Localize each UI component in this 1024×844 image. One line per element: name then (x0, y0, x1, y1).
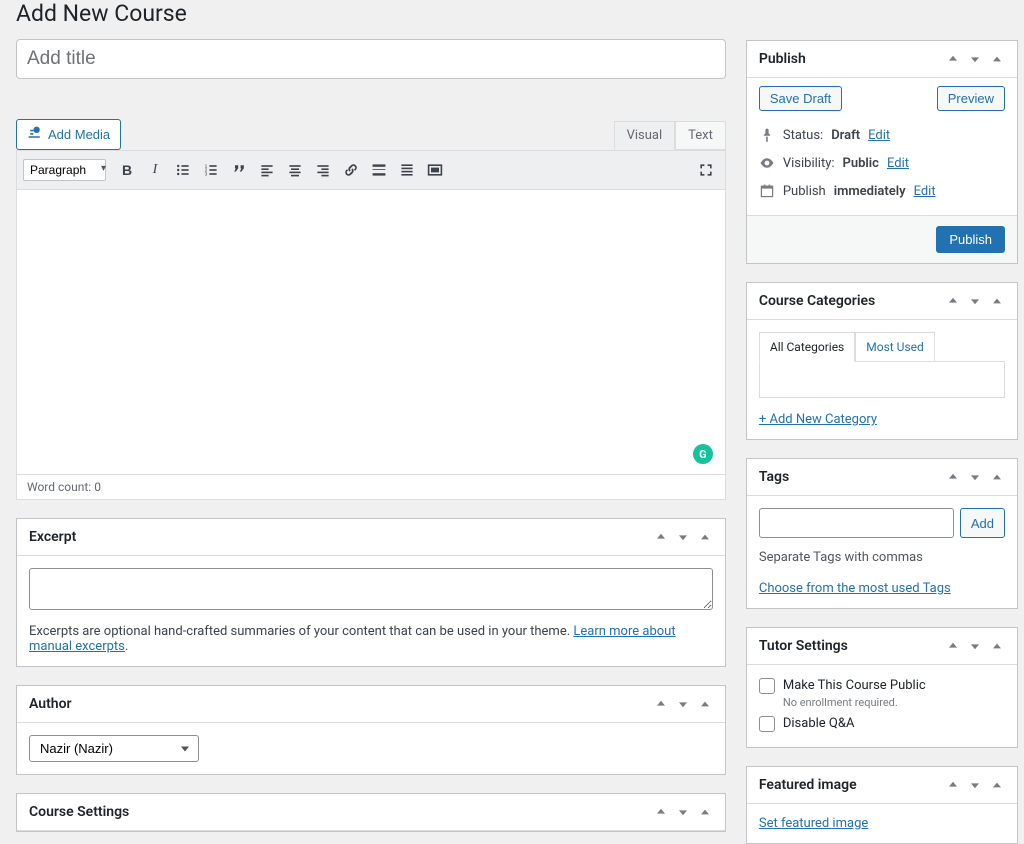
add-new-category-link[interactable]: + Add New Category (759, 412, 877, 427)
disable-qa-checkbox[interactable] (759, 716, 775, 732)
add-media-button[interactable]: Add Media (16, 119, 121, 150)
publish-button[interactable]: Publish (936, 226, 1005, 253)
content-editor[interactable]: G (16, 190, 726, 475)
preview-button[interactable]: Preview (937, 86, 1005, 111)
move-up-icon[interactable] (945, 777, 961, 793)
svg-text:3: 3 (205, 172, 208, 178)
excerpt-heading: Excerpt (29, 529, 76, 545)
bold-button[interactable]: B (114, 157, 140, 183)
disable-qa-label: Disable Q&A (783, 716, 855, 731)
toggle-icon[interactable] (989, 51, 1005, 67)
calendar-icon (759, 183, 775, 199)
most-used-tags-link[interactable]: Choose from the most used Tags (759, 581, 951, 596)
align-right-button[interactable] (310, 157, 336, 183)
toolbar-toggle-button[interactable] (394, 157, 420, 183)
align-left-button[interactable] (254, 157, 280, 183)
categories-heading: Course Categories (759, 293, 875, 309)
tags-heading: Tags (759, 469, 789, 485)
move-up-icon[interactable] (653, 696, 669, 712)
editor-toolbar: Paragraph B I 123 (16, 150, 726, 190)
italic-button[interactable]: I (142, 157, 168, 183)
edit-publish-time-link[interactable]: Edit (914, 184, 936, 199)
move-down-icon[interactable] (967, 777, 983, 793)
publish-heading: Publish (759, 51, 806, 67)
blockquote-button[interactable] (226, 157, 252, 183)
toggle-icon[interactable] (989, 293, 1005, 309)
publish-time-label: Publish (783, 184, 826, 199)
add-media-icon (27, 125, 43, 144)
course-title-input[interactable] (16, 39, 726, 79)
excerpt-textarea[interactable] (29, 568, 713, 610)
toggle-icon[interactable] (697, 529, 713, 545)
move-down-icon[interactable] (675, 804, 691, 820)
move-down-icon[interactable] (675, 529, 691, 545)
publish-time-value: immediately (834, 184, 906, 199)
pin-icon (759, 127, 775, 143)
move-down-icon[interactable] (967, 51, 983, 67)
excerpt-help: Excerpts are optional hand-crafted summa… (29, 624, 713, 654)
make-public-checkbox[interactable] (759, 678, 775, 694)
tags-help: Separate Tags with commas (747, 542, 1017, 569)
edit-status-link[interactable]: Edit (868, 128, 890, 143)
status-label: Status: (783, 128, 823, 143)
tab-most-used-categories[interactable]: Most Used (855, 332, 935, 362)
link-button[interactable] (338, 157, 364, 183)
eye-icon (759, 155, 775, 171)
tab-all-categories[interactable]: All Categories (759, 332, 855, 362)
fullscreen-button[interactable] (693, 157, 719, 183)
read-more-button[interactable] (366, 157, 392, 183)
move-up-icon[interactable] (945, 469, 961, 485)
move-down-icon[interactable] (967, 638, 983, 654)
move-down-icon[interactable] (675, 696, 691, 712)
save-draft-button[interactable]: Save Draft (759, 86, 842, 111)
toggle-icon[interactable] (989, 469, 1005, 485)
make-public-sub: No enrollment required. (783, 696, 1005, 709)
word-count: Word count: 0 (16, 475, 726, 500)
move-down-icon[interactable] (967, 469, 983, 485)
toggle-icon[interactable] (989, 777, 1005, 793)
distraction-free-button[interactable] (422, 157, 448, 183)
bullet-list-button[interactable] (170, 157, 196, 183)
tags-input[interactable] (759, 508, 954, 538)
make-public-label: Make This Course Public (783, 678, 926, 693)
visibility-label: Visibility: (783, 156, 835, 171)
move-up-icon[interactable] (653, 529, 669, 545)
featured-image-heading: Featured image (759, 777, 857, 793)
move-down-icon[interactable] (967, 293, 983, 309)
move-up-icon[interactable] (945, 638, 961, 654)
status-value: Draft (831, 128, 860, 143)
grammarly-icon[interactable]: G (693, 444, 713, 464)
course-settings-heading: Course Settings (29, 804, 129, 820)
toggle-icon[interactable] (989, 638, 1005, 654)
toggle-icon[interactable] (697, 804, 713, 820)
page-title: Add New Course (16, 0, 726, 27)
author-heading: Author (29, 696, 72, 712)
categories-list[interactable] (759, 362, 1005, 398)
tab-text[interactable]: Text (675, 121, 726, 150)
move-up-icon[interactable] (945, 293, 961, 309)
tab-visual[interactable]: Visual (614, 121, 676, 150)
format-select[interactable]: Paragraph (23, 159, 106, 181)
tutor-settings-heading: Tutor Settings (759, 638, 848, 654)
visibility-value: Public (843, 156, 879, 171)
add-media-label: Add Media (48, 127, 110, 142)
number-list-button[interactable]: 123 (198, 157, 224, 183)
move-up-icon[interactable] (945, 51, 961, 67)
edit-visibility-link[interactable]: Edit (887, 156, 909, 171)
add-tag-button[interactable]: Add (960, 508, 1005, 538)
set-featured-image-link[interactable]: Set featured image (759, 816, 868, 831)
toggle-icon[interactable] (697, 696, 713, 712)
author-select[interactable]: Nazir (Nazir) (29, 735, 199, 762)
move-up-icon[interactable] (653, 804, 669, 820)
align-center-button[interactable] (282, 157, 308, 183)
